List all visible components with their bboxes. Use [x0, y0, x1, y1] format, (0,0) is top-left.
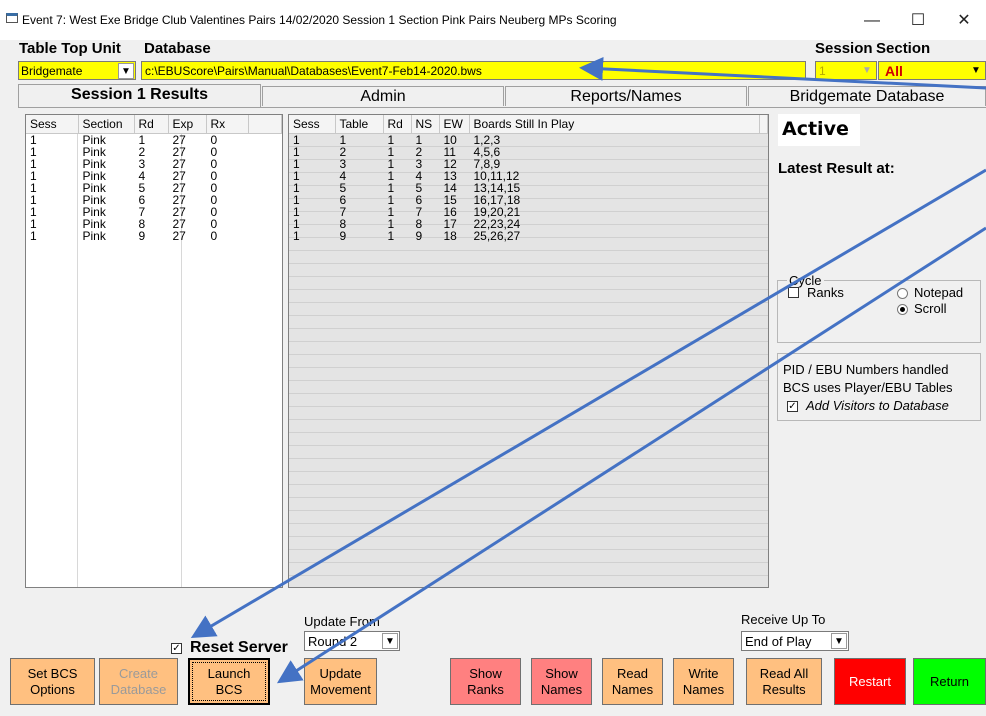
- annotation-arrows: [190, 56, 986, 684]
- arrow-to-database: [579, 56, 986, 90]
- arrow-to-launch-bcs: [276, 226, 986, 684]
- arrow-to-reset-server: [190, 168, 986, 639]
